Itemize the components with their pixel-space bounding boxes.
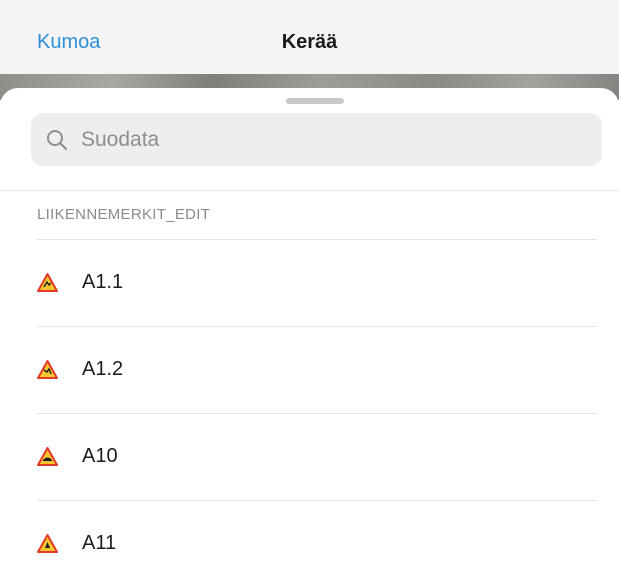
navigation-bar: Kerää Kumoa — [0, 0, 619, 74]
warning-sign-icon — [37, 273, 58, 292]
sheet-grabber-handle[interactable] — [286, 98, 344, 104]
search-field[interactable] — [31, 113, 602, 166]
list-item-a1-1[interactable]: A1.1 — [0, 240, 619, 327]
list-item-label: A11 — [82, 532, 117, 554]
divider — [0, 190, 619, 191]
feature-template-list: A1.1 A1.2 A10 A11 — [0, 240, 619, 588]
search-icon — [47, 130, 68, 151]
section-header: LIIKENNEMERKIT_EDIT — [37, 206, 211, 223]
list-item-label: A1.1 — [82, 271, 124, 293]
list-item-label: A10 — [82, 445, 118, 467]
list-item-a1-2[interactable]: A1.2 — [0, 327, 619, 414]
list-item-label: A1.2 — [82, 358, 124, 380]
warning-sign-icon — [37, 534, 58, 553]
list-item-a11[interactable]: A11 — [0, 501, 619, 588]
warning-sign-icon — [37, 447, 58, 466]
cancel-button[interactable]: Kumoa — [37, 30, 100, 54]
search-input[interactable] — [81, 113, 581, 166]
bottom-sheet: LIIKENNEMERKIT_EDIT A1.1 A1.2 A10 — [0, 88, 619, 585]
list-item-a10[interactable]: A10 — [0, 414, 619, 501]
warning-sign-icon — [37, 360, 58, 379]
